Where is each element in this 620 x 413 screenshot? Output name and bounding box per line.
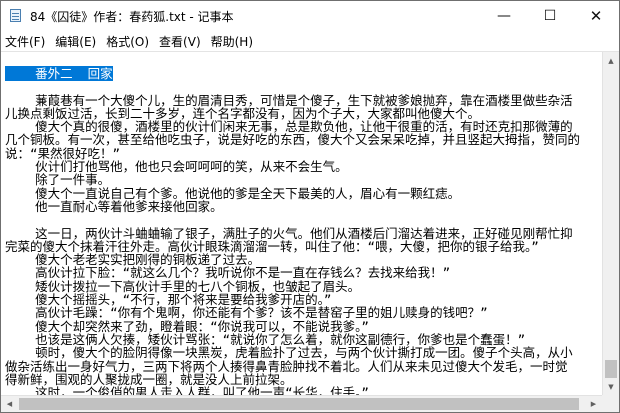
window-controls: — ☐ ✕: [481, 1, 619, 31]
notepad-window: 84《囚徒》作者：春药狐.txt - 记事本 — ☐ ✕ 文件(F) 编辑(E)…: [0, 0, 620, 413]
vertical-scroll-thumb[interactable]: [605, 360, 617, 378]
scroll-down-icon[interactable]: ▼: [603, 378, 619, 395]
menu-help[interactable]: 帮助(H): [207, 33, 259, 50]
window-title: 84《囚徒》作者：春药狐.txt - 记事本: [30, 9, 234, 24]
menu-format[interactable]: 格式(O): [102, 33, 155, 50]
vertical-scrollbar[interactable]: ▲ ▼: [602, 52, 619, 395]
menu-bar: 文件(F) 编辑(E) 格式(O) 查看(V) 帮助(H): [1, 31, 619, 52]
maximize-icon: ☐: [543, 8, 557, 24]
notepad-app-icon[interactable]: [8, 8, 24, 24]
close-button[interactable]: ✕: [573, 1, 619, 31]
text-line: 这时，一个俊俏的男人走入人群，叫了他一声“长华，住手。”: [5, 385, 369, 395]
close-icon: ✕: [589, 7, 603, 25]
menu-view[interactable]: 查看(V): [155, 33, 207, 50]
menu-edit[interactable]: 编辑(E): [51, 33, 102, 50]
minimize-button[interactable]: —: [481, 1, 527, 31]
selected-heading: 番外二 回家: [5, 66, 113, 81]
scroll-right-icon[interactable]: ▶: [585, 396, 602, 412]
maximize-button[interactable]: ☐: [527, 1, 573, 31]
text-line: 他一直耐心等着他爹来接他回家。: [5, 198, 223, 214]
scroll-up-icon[interactable]: ▲: [603, 52, 619, 69]
scrollbar-corner: [602, 395, 619, 412]
text-editor[interactable]: 番外二 回家 蒹葭巷有一个大傻个儿，生的眉清目秀，可惜是个傻子，生下就被爹娘抛弃…: [1, 52, 602, 395]
horizontal-scroll-thumb[interactable]: [19, 398, 579, 410]
scroll-left-icon[interactable]: ◀: [1, 396, 18, 412]
menu-file[interactable]: 文件(F): [1, 33, 51, 50]
document-text: 番外二 回家 蒹葭巷有一个大傻个儿，生的眉清目秀，可惜是个傻子，生下就被爹娘抛弃…: [1, 52, 602, 395]
title-bar[interactable]: 84《囚徒》作者：春药狐.txt - 记事本 — ☐ ✕: [1, 1, 619, 31]
minimize-icon: —: [497, 8, 511, 24]
horizontal-scrollbar[interactable]: ◀ ▶: [1, 395, 602, 412]
